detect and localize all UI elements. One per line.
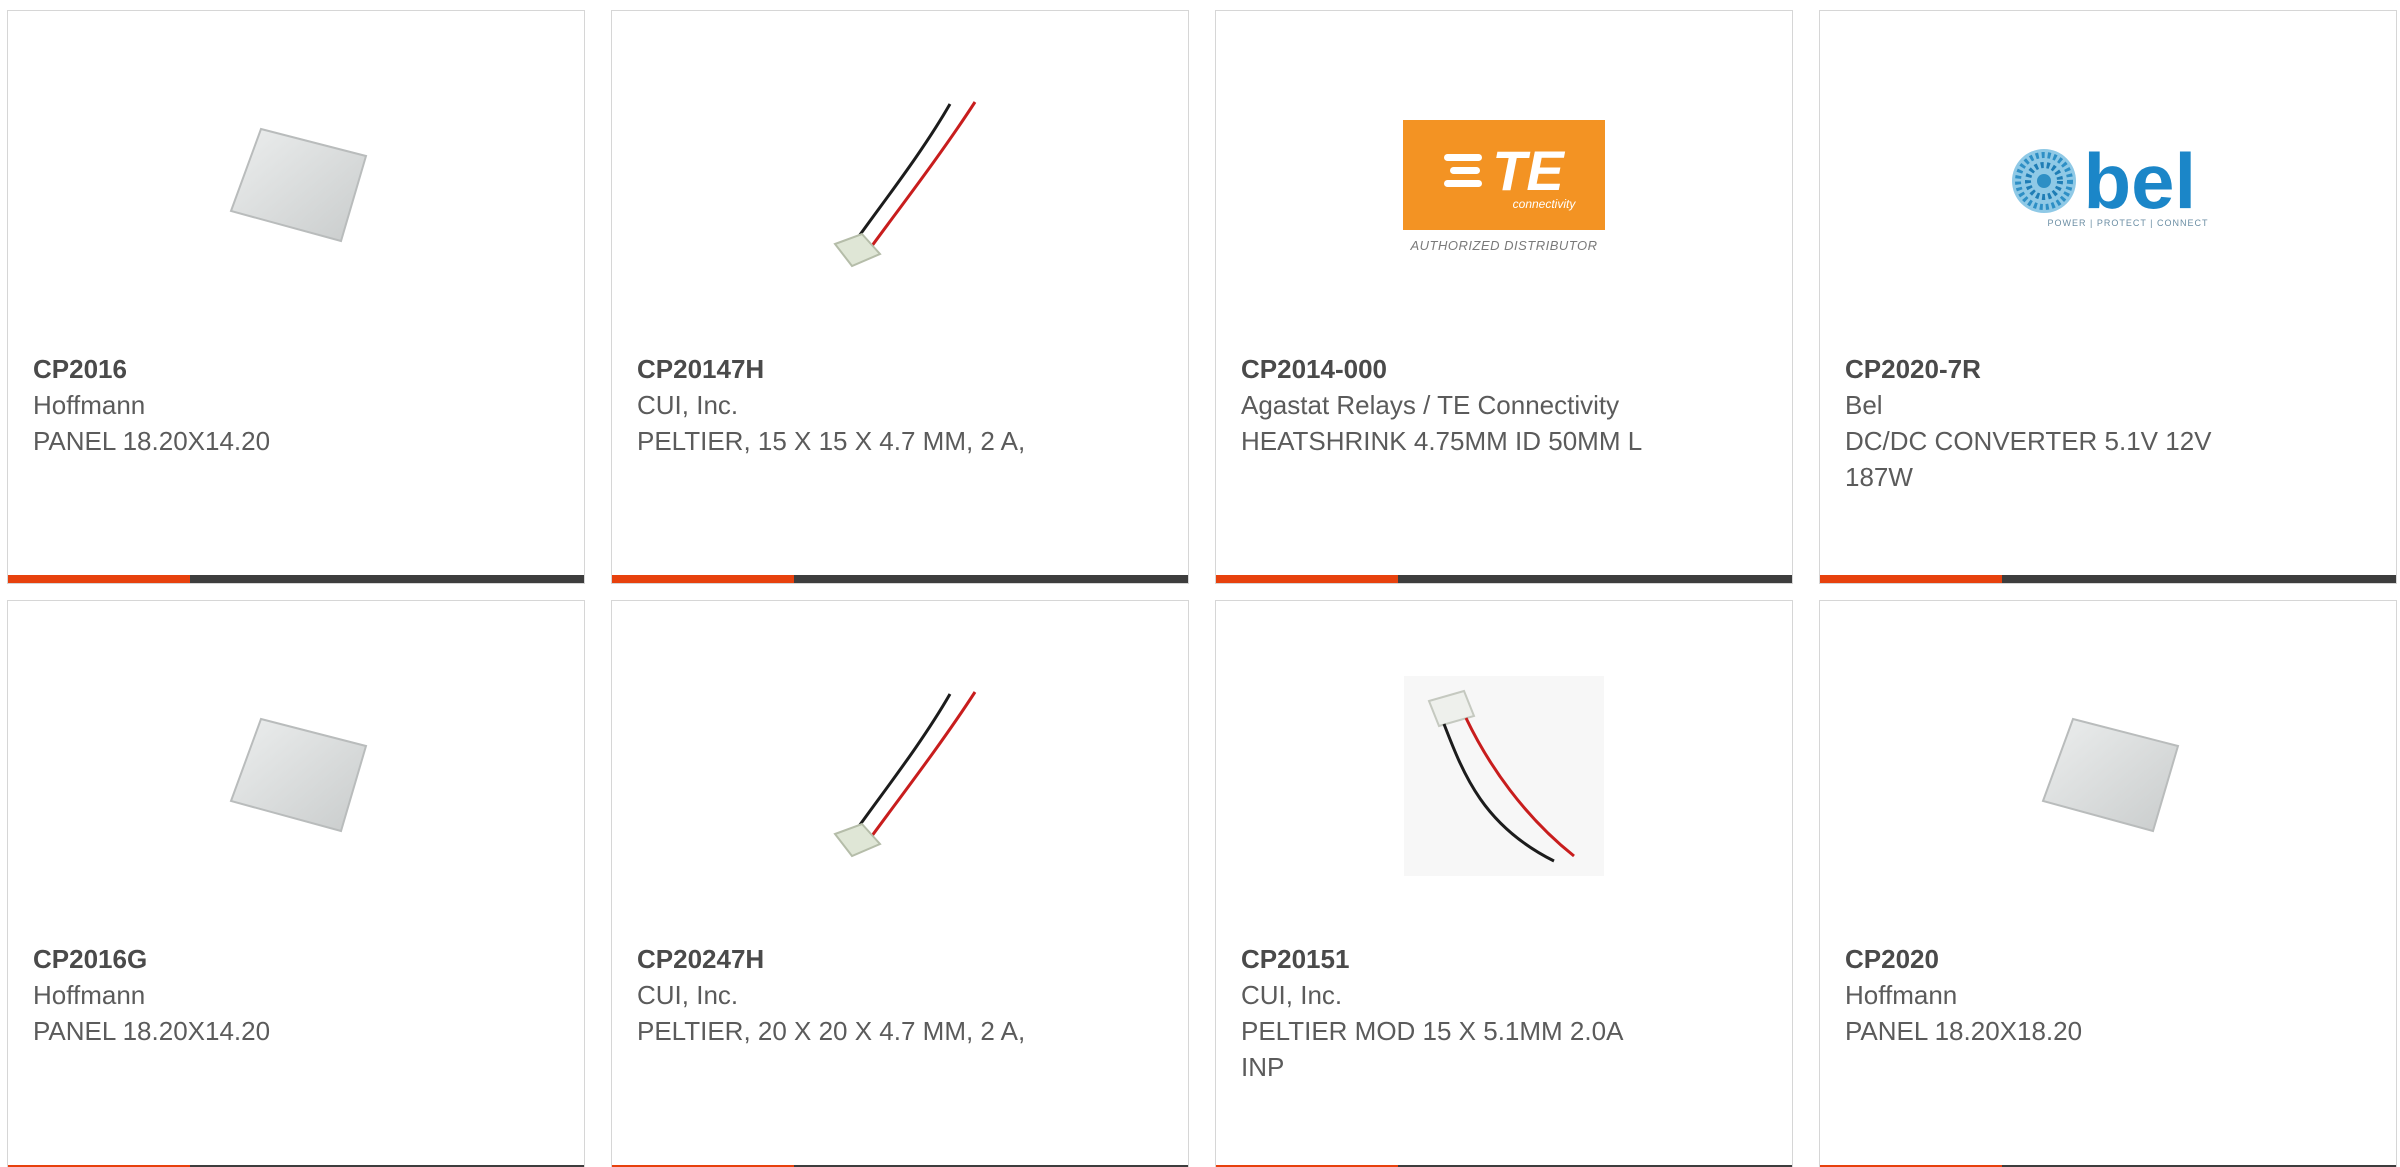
manufacturer: CUI, Inc.: [637, 980, 739, 1010]
card-bar-accent: [612, 575, 794, 583]
part-number[interactable]: CP20151: [1241, 941, 1671, 977]
peltier-module-icon: [1404, 676, 1604, 876]
card-bar: [1216, 575, 1792, 583]
card-bar: [1820, 575, 2396, 583]
card-bar-accent: [1820, 575, 2002, 583]
panel-icon: [229, 717, 368, 833]
card-bar-accent: [1216, 575, 1398, 583]
bel-logo-caption: POWER | PROTECT | CONNECT: [2047, 218, 2209, 228]
part-number[interactable]: CP2020: [1845, 941, 2275, 977]
peltier-icon: [833, 691, 977, 858]
description: PELTIER, 15 X 15 X 4.7 MM, 2 A,: [637, 426, 1026, 456]
product-card[interactable]: CP2016G Hoffmann PANEL 18.20X14.20: [7, 600, 585, 1167]
manufacturer: CUI, Inc.: [1241, 980, 1343, 1010]
part-number[interactable]: CP20247H: [637, 941, 1067, 977]
product-image[interactable]: TE connectivity AUTHORIZED DISTRIBUTOR: [1216, 71, 1792, 301]
product-image[interactable]: [8, 661, 584, 891]
product-card[interactable]: CP2020 Hoffmann PANEL 18.20X18.20: [1819, 600, 2397, 1167]
description: PANEL 18.20X18.20: [1845, 1016, 2083, 1046]
manufacturer: CUI, Inc.: [637, 390, 739, 420]
description: HEATSHRINK 4.75MM ID 50MM L: [1241, 426, 1643, 456]
description: PANEL 18.20X14.20: [33, 426, 271, 456]
te-logo-text: TE: [1492, 139, 1564, 202]
product-image[interactable]: [612, 661, 1188, 891]
product-card[interactable]: bel POWER | PROTECT | CONNECT CP2020-7R …: [1819, 10, 2397, 584]
panel-icon: [2041, 717, 2180, 833]
manufacturer: Bel: [1845, 390, 1883, 420]
part-number[interactable]: CP20147H: [637, 351, 1067, 387]
product-image[interactable]: [612, 71, 1188, 301]
card-bar: [612, 575, 1188, 583]
product-grid: CP2016 Hoffmann PANEL 18.20X14.20 CP2014…: [0, 0, 2400, 1167]
part-number[interactable]: CP2020-7R: [1845, 351, 2275, 387]
manufacturer: Hoffmann: [33, 390, 146, 420]
part-number[interactable]: CP2014-000: [1241, 351, 1671, 387]
product-card[interactable]: CP20247H CUI, Inc. PELTIER, 20 X 20 X 4.…: [611, 600, 1189, 1167]
te-logo-icon: TE connectivity AUTHORIZED DISTRIBUTOR: [1403, 119, 1605, 253]
description: DC/DC CONVERTER 5.1V 12V 187W: [1845, 426, 2212, 492]
product-card[interactable]: CP20151 CUI, Inc. PELTIER MOD 15 X 5.1MM…: [1215, 600, 1793, 1167]
part-number[interactable]: CP2016: [33, 351, 463, 387]
card-bar-accent: [8, 575, 190, 583]
product-image[interactable]: [1820, 661, 2396, 891]
panel-icon: [229, 127, 368, 243]
manufacturer: Agastat Relays / TE Connectivity: [1241, 390, 1620, 420]
product-card[interactable]: TE connectivity AUTHORIZED DISTRIBUTOR C…: [1215, 10, 1793, 584]
bel-logo-icon: bel POWER | PROTECT | CONNECT: [2007, 137, 2209, 228]
product-image[interactable]: [8, 71, 584, 301]
manufacturer: Hoffmann: [33, 980, 146, 1010]
part-number[interactable]: CP2016G: [33, 941, 463, 977]
product-image[interactable]: [1216, 661, 1792, 891]
te-logo-caption: AUTHORIZED DISTRIBUTOR: [1410, 237, 1598, 253]
peltier-icon: [833, 101, 977, 268]
product-image[interactable]: bel POWER | PROTECT | CONNECT: [1820, 71, 2396, 301]
card-bar: [8, 575, 584, 583]
description: PANEL 18.20X14.20: [33, 1016, 271, 1046]
product-card[interactable]: CP2016 Hoffmann PANEL 18.20X14.20: [7, 10, 585, 584]
product-card[interactable]: CP20147H CUI, Inc. PELTIER, 15 X 15 X 4.…: [611, 10, 1189, 584]
manufacturer: Hoffmann: [1845, 980, 1958, 1010]
te-logo-sub: connectivity: [1512, 197, 1576, 211]
bel-globe-icon: [2012, 149, 2077, 213]
description: PELTIER, 20 X 20 X 4.7 MM, 2 A,: [637, 1016, 1026, 1046]
description: PELTIER MOD 15 X 5.1MM 2.0A INP: [1241, 1016, 1622, 1082]
bel-logo-text: bel: [2083, 137, 2197, 225]
